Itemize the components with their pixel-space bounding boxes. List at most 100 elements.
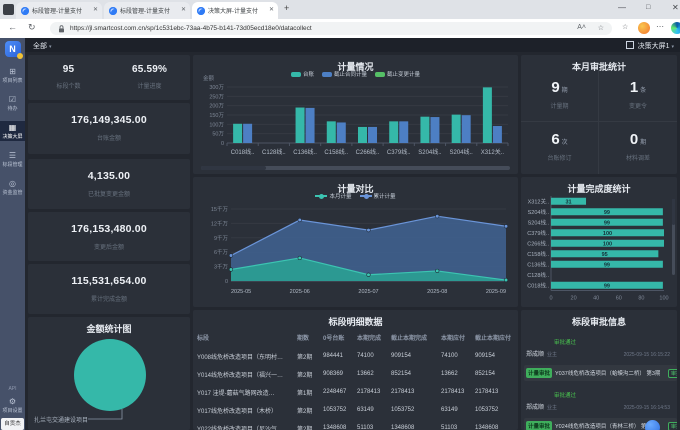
- bar[interactable]: [420, 117, 429, 143]
- legend-item[interactable]: 累计计量: [360, 192, 396, 200]
- svg-text:100: 100: [659, 296, 668, 302]
- new-tab-button[interactable]: +: [284, 3, 289, 13]
- bar[interactable]: [233, 124, 242, 143]
- bar[interactable]: [389, 121, 398, 143]
- favorites-bar-icon[interactable]: ☆: [622, 23, 628, 31]
- legend-item[interactable]: 台账: [291, 70, 314, 78]
- sidebar-item-fund-monitor[interactable]: ◎ 资金监管: [0, 177, 25, 197]
- sidebar-item-project-list[interactable]: ⊞ 项目列表: [0, 65, 25, 85]
- browser-tab-1[interactable]: 标段管理-计量支付 ✕: [16, 2, 102, 19]
- legend-item[interactable]: 本月计量: [315, 192, 351, 200]
- bar[interactable]: [493, 126, 502, 143]
- pie-slice[interactable]: [74, 339, 146, 411]
- sidebar-item-dashboard[interactable]: ▦ 决策大屏: [0, 121, 25, 141]
- lock-icon: [58, 25, 65, 33]
- hbar-chart-canvas[interactable]: X312关..31S204线..99S204线..99C379线..100C26…: [523, 194, 675, 304]
- stat-value: 6: [551, 131, 559, 148]
- amount-pie-card: 金额统计图 扎兰屯交通建设项目: [28, 317, 190, 430]
- bar[interactable]: [306, 108, 315, 143]
- chevron-down-icon: ▾: [49, 44, 52, 50]
- data-point[interactable]: [504, 278, 508, 282]
- read-aloud-icon[interactable]: A˄: [577, 24, 586, 31]
- browser-tab-2[interactable]: 标段管理-计量支付 ✕: [104, 2, 190, 19]
- stat-label: 计量期: [521, 101, 598, 110]
- scrollbar-thumb[interactable]: [201, 166, 266, 170]
- feed-project-row[interactable]: 计量审批Y037线危桥改造项目（蛤蟆沟二桥） 第3期审批: [524, 365, 677, 381]
- tab-close-icon[interactable]: ✕: [93, 6, 98, 13]
- user-badge[interactable]: 自贡杰: [1, 418, 24, 430]
- bar[interactable]: [368, 127, 377, 143]
- bar[interactable]: [452, 115, 461, 143]
- datazoom-scrollbar[interactable]: [201, 166, 510, 170]
- column-header: 0号台账: [323, 329, 357, 347]
- sidebar-item-api[interactable]: API: [8, 386, 16, 392]
- datazoom-scrollbar-vertical[interactable]: [672, 199, 675, 275]
- bar[interactable]: [296, 108, 305, 143]
- fullscreen-icon[interactable]: [626, 41, 634, 49]
- data-point[interactable]: [435, 269, 439, 273]
- svg-text:2025-06: 2025-06: [290, 289, 310, 295]
- tab-close-icon[interactable]: ✕: [269, 6, 274, 13]
- browser-tab-3-active[interactable]: 决策大屏-计量支付 ✕: [192, 2, 278, 19]
- approval-type-badge: 计量审批: [526, 368, 552, 378]
- sidebar-item-todo[interactable]: ☑ 待办: [0, 93, 25, 113]
- svg-text:2025-09: 2025-09: [486, 289, 506, 295]
- window-maximize-button[interactable]: □: [646, 4, 650, 11]
- stat-label: 变更后金额: [28, 242, 190, 251]
- area-chart-canvas[interactable]: 03千万6千万9千万12千万15千万2025-052025-062025-072…: [197, 203, 514, 303]
- bar[interactable]: [358, 127, 367, 143]
- svg-text:C136线..: C136线..: [527, 260, 549, 268]
- filter-dropdown[interactable]: 全部 ▾: [33, 41, 51, 51]
- window-minimize-button[interactable]: —: [618, 3, 626, 12]
- data-point[interactable]: [298, 218, 302, 222]
- table-cell: 852154: [475, 365, 514, 383]
- data-point[interactable]: [229, 254, 233, 258]
- app-logo[interactable]: N: [5, 41, 21, 57]
- favorite-star-icon[interactable]: ☆: [598, 24, 604, 32]
- card-title: 标段明细数据: [193, 310, 518, 328]
- data-point[interactable]: [504, 224, 508, 228]
- table-cell: 909154: [475, 347, 514, 365]
- sidebar-item-label: 决策大屏: [0, 133, 25, 140]
- monitor-icon: ◎: [0, 179, 25, 188]
- browser-menu-icon[interactable]: ⋯: [656, 22, 664, 31]
- legend-item[interactable]: 截止合同计量: [322, 70, 367, 78]
- bar[interactable]: [430, 117, 439, 143]
- sidebar-item-label: 项目设置: [0, 407, 25, 414]
- svg-text:C158线..: C158线..: [324, 148, 348, 156]
- browser-profile-avatar[interactable]: [638, 22, 650, 34]
- bar[interactable]: [462, 115, 471, 143]
- window-icon[interactable]: [3, 4, 14, 15]
- svg-text:250万: 250万: [209, 93, 224, 100]
- bar[interactable]: [483, 87, 492, 143]
- sidebar-item-settings[interactable]: ⚙ 项目设置: [0, 395, 25, 415]
- back-icon[interactable]: ←: [8, 22, 17, 32]
- bar[interactable]: [327, 121, 336, 143]
- dashboard-icon: ▦: [0, 123, 25, 132]
- legend-item[interactable]: 截止变更计量: [375, 70, 420, 78]
- bar[interactable]: [243, 124, 252, 143]
- svg-text:X312关..: X312关..: [481, 148, 505, 156]
- window-close-button[interactable]: ✕: [672, 3, 679, 12]
- bar[interactable]: [337, 122, 346, 143]
- feed-person-row: 郑成顺业主2025-09-15 16:14:53: [526, 402, 673, 411]
- bar-chart-canvas[interactable]: 050万100万150万200万250万300万C018线..C128线..C1…: [197, 83, 514, 163]
- svg-text:100万: 100万: [209, 121, 224, 128]
- data-point[interactable]: [229, 268, 233, 272]
- table-cell: 第1期: [297, 383, 323, 401]
- sidebar-item-section-manage[interactable]: ☰ 标段管理: [0, 149, 25, 169]
- data-point[interactable]: [298, 256, 302, 260]
- site-favicon: [197, 7, 205, 15]
- bar[interactable]: [399, 121, 408, 143]
- scrollbar-thumb[interactable]: [672, 199, 675, 225]
- browser-logo-icon[interactable]: [671, 22, 680, 34]
- floating-action-button[interactable]: [645, 420, 660, 430]
- pie-chart-canvas[interactable]: 扎兰屯交通建设项目: [28, 331, 190, 429]
- refresh-icon[interactable]: ↻: [28, 22, 36, 33]
- screen-picker-dropdown[interactable]: 决策大屏1 ▾: [626, 41, 674, 51]
- data-point[interactable]: [367, 273, 371, 277]
- address-bar[interactable]: https://jl.smartcost.com.cn/sp/1c531ebc-…: [50, 22, 612, 35]
- data-point[interactable]: [367, 228, 371, 232]
- tab-close-icon[interactable]: ✕: [181, 6, 186, 13]
- data-point[interactable]: [435, 214, 439, 218]
